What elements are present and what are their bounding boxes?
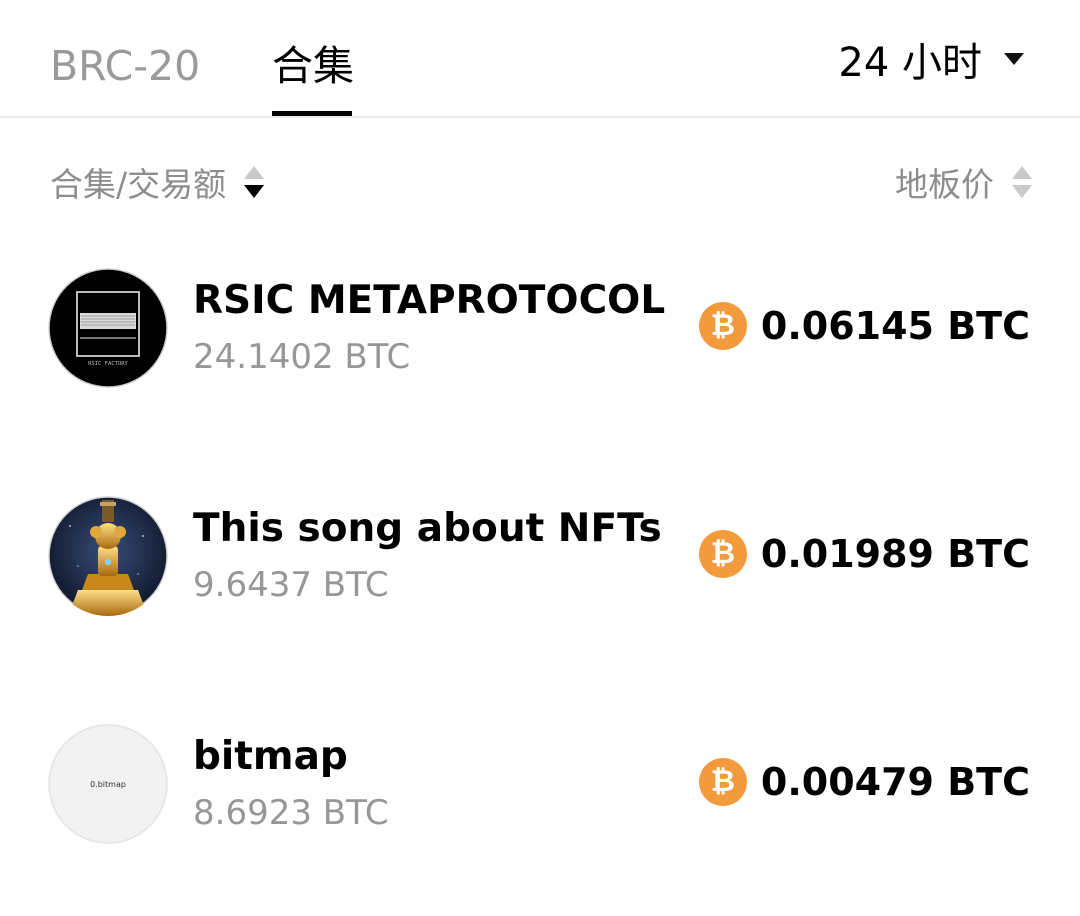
nft-collections-screen: BRC-20 合集 24 小时 合集/交易额 地板价 RSIC FACTORY … (0, 0, 1080, 916)
tab-collections[interactable]: 合集 (272, 36, 354, 96)
collection-row[interactable]: 0.bitmap bitmap 8.6923 BTC ₿ 0.00479 BTC (0, 684, 1080, 884)
bitcoin-icon: ₿ (698, 758, 747, 806)
active-tab-indicator (272, 111, 352, 116)
collection-avatar: RSIC FACTORY (48, 268, 168, 388)
collection-name: RSIC METAPROTOCOL (193, 278, 666, 323)
sort-by-floor-price-header[interactable]: 地板价 (895, 156, 1032, 208)
collection-row[interactable]: This song about NFTs 9.6437 BTC ₿ 0.0198… (0, 456, 1080, 656)
volume-column-label: 合集/交易额 (50, 165, 227, 204)
caret-down-icon (1004, 53, 1024, 65)
collection-name: This song about NFTs (193, 506, 662, 551)
floor-price-value: 0.01989 BTC (760, 532, 1030, 576)
floor-price-column-label: 地板价 (895, 165, 994, 204)
svg-text:0.bitmap: 0.bitmap (90, 780, 126, 789)
svg-text:RSIC FACTORY: RSIC FACTORY (88, 361, 128, 367)
collection-avatar: 0.bitmap (48, 724, 168, 844)
collection-volume: 9.6437 BTC (193, 565, 389, 605)
bitcoin-icon: ₿ (698, 530, 747, 578)
bitcoin-icon: ₿ (698, 302, 747, 350)
tab-brc20[interactable]: BRC-20 (50, 36, 200, 96)
sort-by-volume-header[interactable]: 合集/交易额 (50, 156, 265, 208)
floor-price: ₿ 0.01989 BTC (698, 530, 1030, 578)
sort-icon (244, 165, 265, 199)
period-selector[interactable]: 24 小时 (838, 36, 1024, 90)
floor-price-value: 0.06145 BTC (760, 304, 1030, 348)
collection-avatar (48, 496, 168, 616)
collection-row[interactable]: RSIC FACTORY RSIC METAPROTOCOL 24.1402 B… (0, 228, 1080, 428)
tab-bar: BRC-20 合集 24 小时 (0, 0, 1080, 118)
sort-icon (1012, 165, 1032, 199)
collection-name: bitmap (193, 734, 348, 779)
floor-price: ₿ 0.06145 BTC (698, 302, 1030, 350)
collection-volume: 8.6923 BTC (193, 793, 389, 833)
floor-price: ₿ 0.00479 BTC (698, 758, 1030, 806)
period-label: 24 小时 (838, 40, 982, 86)
floor-price-value: 0.00479 BTC (760, 760, 1030, 804)
collection-volume: 24.1402 BTC (193, 337, 411, 377)
